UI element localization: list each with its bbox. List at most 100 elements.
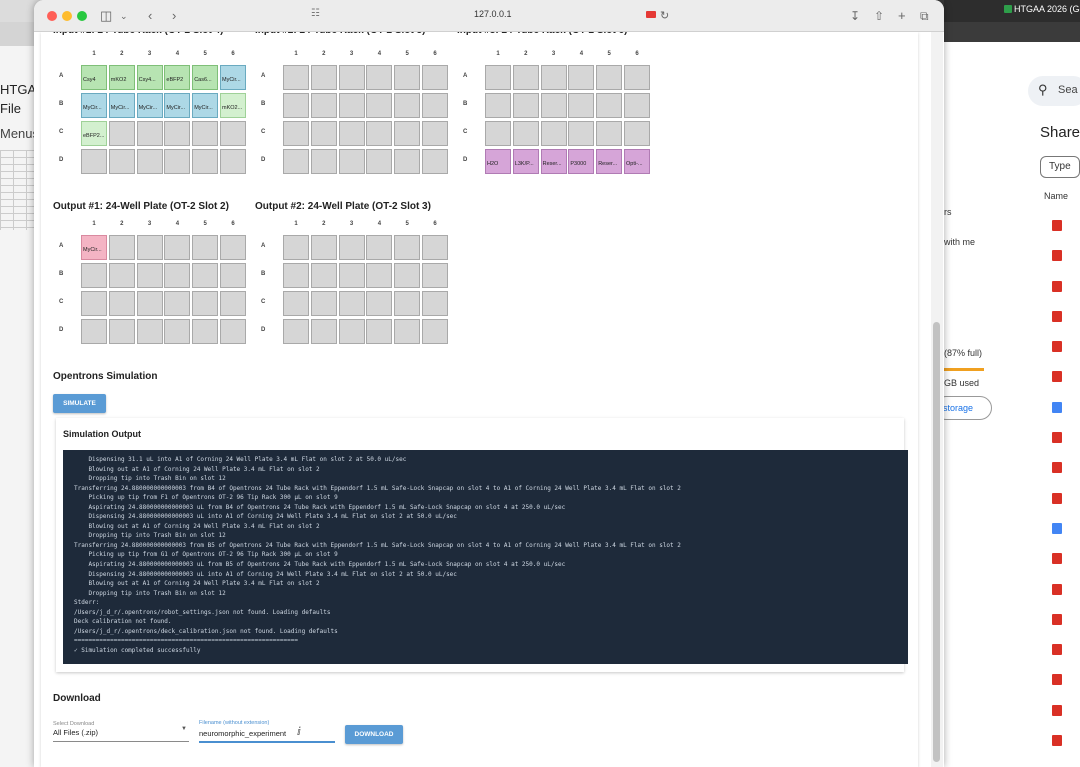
well-A6[interactable]: MyCir...: [220, 65, 246, 90]
well-C2[interactable]: [512, 121, 539, 147]
well-B5[interactable]: MyCir...: [192, 93, 219, 119]
well-C6[interactable]: [422, 121, 448, 147]
well-D5[interactable]: [394, 149, 421, 175]
well-D4[interactable]: [366, 149, 393, 175]
well-D6[interactable]: Opti-...: [624, 149, 650, 175]
site-settings-icon[interactable]: ☷: [311, 8, 320, 19]
well-D4[interactable]: [164, 149, 191, 175]
well-C1[interactable]: [283, 291, 309, 317]
well-A4[interactable]: [366, 235, 393, 260]
well-B6[interactable]: [624, 93, 650, 119]
well-B4[interactable]: [366, 263, 393, 289]
well-A2[interactable]: [512, 65, 539, 90]
well-D5[interactable]: [192, 319, 219, 345]
well-D2[interactable]: [310, 319, 337, 345]
well-D2[interactable]: L3K/P...: [512, 149, 539, 175]
well-C3[interactable]: [338, 121, 365, 147]
well-A4[interactable]: [164, 235, 191, 260]
well-C1[interactable]: [81, 291, 107, 317]
well-C3[interactable]: [338, 291, 365, 317]
well-D6[interactable]: [220, 319, 246, 345]
well-B2[interactable]: MyCir...: [108, 93, 135, 119]
well-C4[interactable]: [366, 121, 393, 147]
well-B1[interactable]: [283, 93, 309, 119]
well-B6[interactable]: [220, 263, 246, 289]
chevron-down-icon[interactable]: ⌄: [120, 7, 128, 25]
well-C2[interactable]: [108, 121, 135, 147]
well-C6[interactable]: [220, 121, 246, 147]
well-D6[interactable]: [422, 149, 448, 175]
well-B6[interactable]: [422, 93, 448, 119]
well-A1[interactable]: MyCir...: [81, 235, 107, 260]
well-A2[interactable]: [310, 235, 337, 260]
select-download-dropdown[interactable]: All Files (.zip): [53, 728, 98, 737]
well-D1[interactable]: [283, 149, 309, 175]
well-D1[interactable]: [81, 149, 107, 175]
sidebar-toggle-icon[interactable]: ◫: [100, 7, 112, 25]
well-B5[interactable]: [394, 263, 421, 289]
well-A1[interactable]: [283, 235, 309, 260]
chevron-down-icon[interactable]: ▼: [181, 726, 187, 732]
well-B3[interactable]: [540, 93, 567, 119]
new-tab-icon[interactable]: +: [898, 7, 906, 25]
well-B3[interactable]: [338, 263, 365, 289]
well-A4[interactable]: [568, 65, 595, 90]
well-C2[interactable]: [310, 291, 337, 317]
well-C3[interactable]: [136, 291, 163, 317]
well-B6[interactable]: mKO2...: [220, 93, 246, 119]
well-D3[interactable]: [136, 149, 163, 175]
well-A2[interactable]: [310, 65, 337, 90]
well-D4[interactable]: P3000: [568, 149, 595, 175]
well-A3[interactable]: Csy4...: [136, 65, 163, 90]
well-C4[interactable]: [366, 291, 393, 317]
well-C4[interactable]: [568, 121, 595, 147]
well-D5[interactable]: [394, 319, 421, 345]
well-B5[interactable]: [596, 93, 623, 119]
well-A5[interactable]: [596, 65, 623, 90]
well-B4[interactable]: [164, 263, 191, 289]
well-B4[interactable]: [568, 93, 595, 119]
well-A6[interactable]: [624, 65, 650, 90]
well-D1[interactable]: H2O: [485, 149, 511, 175]
well-A4[interactable]: eBFP2: [164, 65, 191, 90]
well-A5[interactable]: [394, 65, 421, 90]
well-A5[interactable]: [394, 235, 421, 260]
well-B3[interactable]: MyCir...: [136, 93, 163, 119]
well-C2[interactable]: [108, 291, 135, 317]
well-A2[interactable]: [108, 235, 135, 260]
well-B5[interactable]: [394, 93, 421, 119]
well-C5[interactable]: [596, 121, 623, 147]
well-B4[interactable]: [366, 93, 393, 119]
well-A6[interactable]: [422, 235, 448, 260]
well-C3[interactable]: [540, 121, 567, 147]
well-A3[interactable]: [540, 65, 567, 90]
well-C4[interactable]: [164, 121, 191, 147]
well-B2[interactable]: [310, 93, 337, 119]
well-A1[interactable]: Csy4: [81, 65, 107, 90]
well-C6[interactable]: [220, 291, 246, 317]
well-B4[interactable]: MyCir...: [164, 93, 191, 119]
tab-overview-icon[interactable]: ⧉: [920, 7, 929, 25]
well-C5[interactable]: [192, 291, 219, 317]
well-A3[interactable]: [338, 65, 365, 90]
well-D2[interactable]: [108, 149, 135, 175]
well-A3[interactable]: [338, 235, 365, 260]
well-D5[interactable]: Reser...: [596, 149, 623, 175]
close-window-button[interactable]: [47, 11, 57, 21]
share-icon[interactable]: ⇧: [874, 7, 884, 25]
well-D6[interactable]: [220, 149, 246, 175]
well-D5[interactable]: [192, 149, 219, 175]
back-arrow-icon[interactable]: ‹: [148, 7, 152, 25]
well-D4[interactable]: [164, 319, 191, 345]
well-C3[interactable]: [136, 121, 163, 147]
well-B1[interactable]: [283, 263, 309, 289]
well-D3[interactable]: [338, 149, 365, 175]
well-D3[interactable]: [338, 319, 365, 345]
well-A5[interactable]: [192, 235, 219, 260]
well-C5[interactable]: [394, 121, 421, 147]
page-scrollbar-thumb[interactable]: [933, 322, 940, 762]
well-B6[interactable]: [422, 263, 448, 289]
well-C5[interactable]: [192, 121, 219, 147]
well-C1[interactable]: [485, 121, 511, 147]
well-C2[interactable]: [310, 121, 337, 147]
